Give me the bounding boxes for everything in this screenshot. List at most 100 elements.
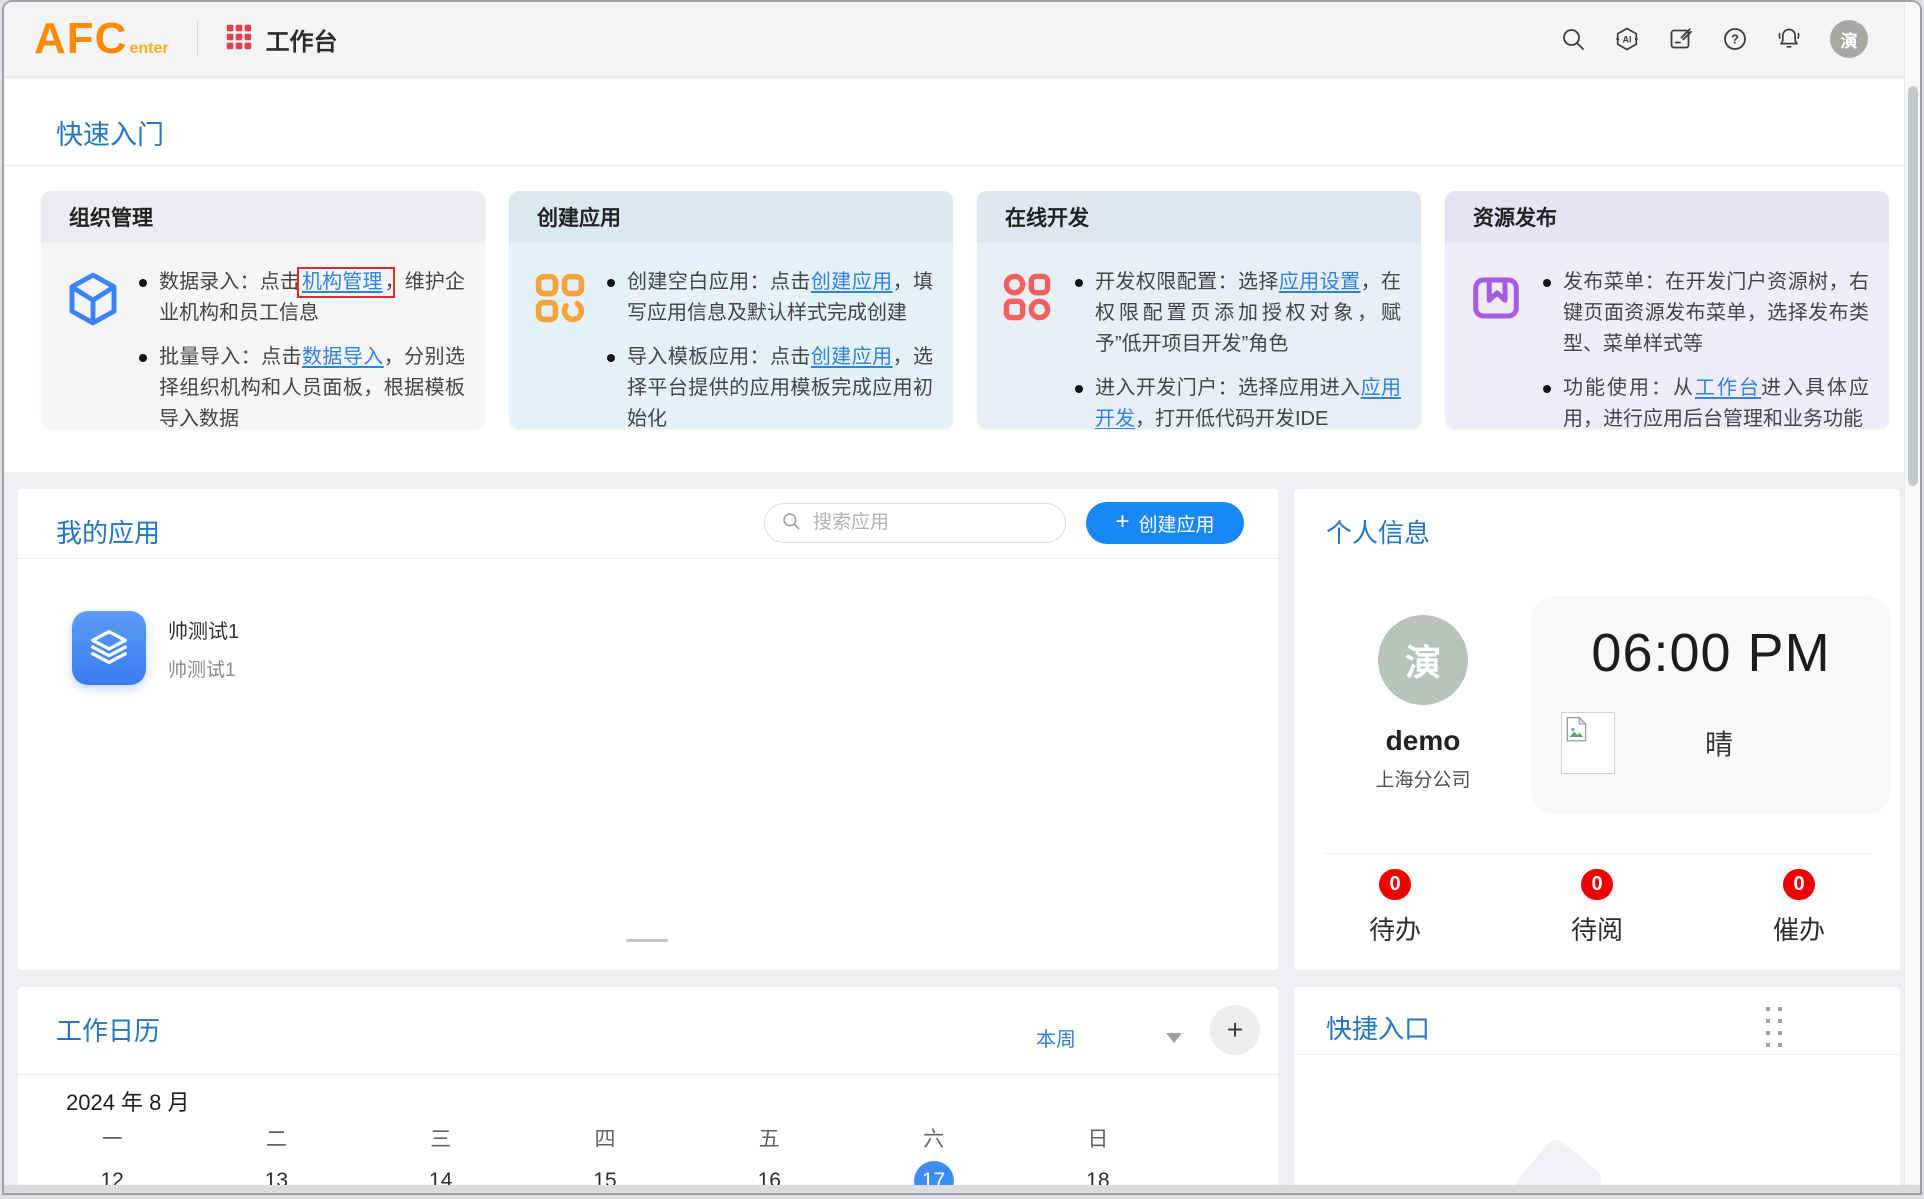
quick-start-card: 创建应用创建空白应用：点击创建应用，填写应用信息及默认样式完成创建导入模板应用：… <box>509 191 953 429</box>
calendar-weekday: 六 <box>923 1123 944 1153</box>
panel-divider <box>18 1074 1278 1075</box>
quick-start-card-row: 组织管理数据录入：点击机构管理，维护企业机构和员工信息批量导入：点击数据导入，分… <box>41 191 1889 429</box>
calendar-weekday: 五 <box>759 1123 780 1153</box>
book-icon <box>1469 267 1527 429</box>
card-bullet: 批量导入：点击数据导入，分别选择组织机构和人员面板，根据模板导入数据 <box>137 342 465 429</box>
quick-start-title: 快速入门 <box>56 113 164 152</box>
stat-label: 催办 <box>1698 910 1900 947</box>
ai-assistant-icon[interactable]: AI <box>1614 26 1640 52</box>
create-app-button-label: 创建应用 <box>1139 510 1215 537</box>
section-divider <box>4 165 1920 166</box>
app-window: AFC enter 工作台 AI <box>2 0 1922 1195</box>
user-avatar[interactable]: 演 <box>1830 20 1868 58</box>
inline-link[interactable]: 工作台 <box>1695 377 1761 399</box>
search-icon[interactable] <box>1560 26 1586 52</box>
more-indicator <box>626 939 668 942</box>
app-list: 帅测试1 帅测试1 <box>72 611 239 685</box>
stat-count-badge: 0 <box>1379 869 1410 900</box>
card-bullet: 数据录入：点击机构管理，维护企业机构和员工信息 <box>137 267 465 329</box>
create-app-button[interactable]: + 创建应用 <box>1086 502 1244 544</box>
svg-text:?: ? <box>1731 32 1739 47</box>
logo-text-sub: enter <box>129 40 168 58</box>
panel-divider <box>1294 1054 1900 1055</box>
compose-note-icon[interactable] <box>1668 26 1694 52</box>
highlight-box: 机构管理 <box>297 267 395 298</box>
weather-row: 晴 <box>1531 712 1891 774</box>
panel-divider <box>18 558 1278 559</box>
inline-link[interactable]: 创建应用 <box>811 271 893 293</box>
card-body: 开发权限配置：选择应用设置，在权限配置页添加授权对象，赋予”低开项目开发”角色进… <box>977 243 1421 429</box>
card-title: 在线开发 <box>977 191 1421 243</box>
profile-avatar[interactable]: 演 <box>1378 615 1468 705</box>
calendar-month-label: 2024 年 8 月 <box>66 1085 190 1117</box>
app-squares-icon <box>533 267 591 429</box>
card-bullet: 功能使用：从工作台进入具体应用，进行应用后台管理和业务功能 <box>1541 373 1869 429</box>
card-bullet: 开发权限配置：选择应用设置，在权限配置页添加授权对象，赋予”低开项目开发”角色 <box>1073 267 1401 360</box>
bullet-text: 导入模板应用：点击 <box>627 346 811 368</box>
app-name: 帅测试1 <box>168 615 239 644</box>
workspace-label: 工作台 <box>266 22 338 57</box>
card-bullet: 进入开发门户：选择应用进入应用开发，打开低代码开发IDE <box>1073 373 1401 429</box>
workspace-grid-icon <box>226 24 252 55</box>
vertical-scrollbar-thumb[interactable] <box>1908 86 1918 486</box>
help-icon[interactable]: ? <box>1722 26 1748 52</box>
inline-link[interactable]: 应用设置 <box>1279 271 1361 293</box>
organization-label: 上海分公司 <box>1294 765 1552 792</box>
calendar-weekday: 日 <box>1087 1123 1108 1153</box>
quick-entry-title: 快捷入口 <box>1326 1009 1430 1046</box>
afcenter-logo[interactable]: AFC enter <box>34 18 169 60</box>
bullet-text: 进入开发门户：选择应用进入 <box>1095 377 1361 399</box>
cube-icon <box>65 267 123 429</box>
quick-start-card: 资源发布发布菜单：在开发门户资源树，右键页面资源发布菜单，选择发布类型、菜单样式… <box>1445 191 1889 429</box>
chevron-down-icon[interactable] <box>1166 1033 1182 1043</box>
horizontal-scrollbar[interactable] <box>4 1185 1920 1193</box>
work-calendar-panel: 工作日历 本周 + 2024 年 8 月 一二三四五六日121314151617… <box>18 987 1278 1195</box>
search-input[interactable] <box>811 511 1049 535</box>
calendar-weekday: 一 <box>102 1123 123 1153</box>
broken-image-placeholder <box>1561 712 1615 774</box>
plus-icon: + <box>1227 1014 1243 1046</box>
todo-stats-row: 0待办0待阅0催办 <box>1294 869 1900 947</box>
bullet-text: 数据录入：点击 <box>159 271 300 293</box>
time-weather-card: 06:00 PM 晴 <box>1531 596 1891 814</box>
stat-item[interactable]: 0 待阅 <box>1496 869 1698 947</box>
quick-start-card: 在线开发开发权限配置：选择应用设置，在权限配置页添加授权对象，赋予”低开项目开发… <box>977 191 1421 429</box>
card-bullet-list: 数据录入：点击机构管理，维护企业机构和员工信息批量导入：点击数据导入，分别选择组… <box>137 267 465 429</box>
quick-start-card: 组织管理数据录入：点击机构管理，维护企业机构和员工信息批量导入：点击数据导入，分… <box>41 191 485 429</box>
bullet-text: 开发权限配置：选择 <box>1095 271 1279 293</box>
stat-count-badge: 0 <box>1581 869 1612 900</box>
weather-label: 晴 <box>1705 723 1733 763</box>
stat-item[interactable]: 0待办 <box>1294 869 1496 947</box>
calendar-range-select[interactable]: 本周 <box>1036 1023 1076 1052</box>
card-body: 创建空白应用：点击创建应用，填写应用信息及默认样式完成创建导入模板应用：点击创建… <box>509 243 953 429</box>
app-meta: 帅测试1 帅测试1 <box>168 615 239 682</box>
calendar-weekday: 三 <box>430 1123 451 1153</box>
app-item[interactable]: 帅测试1 帅测试1 <box>72 611 239 685</box>
my-apps-title: 我的应用 <box>56 513 160 550</box>
app-search-box <box>764 503 1066 543</box>
logo-text-main: AFC <box>34 18 127 60</box>
card-bullet: 发布菜单：在开发门户资源树，右键页面资源发布菜单，选择发布类型、菜单样式等 <box>1541 267 1869 360</box>
bullet-text: 批量导入：点击 <box>159 346 302 368</box>
app-stack-icon <box>72 611 146 685</box>
top-bar: AFC enter 工作台 AI <box>4 2 1920 77</box>
bullet-text: 创建空白应用：点击 <box>627 271 811 293</box>
add-event-button[interactable]: + <box>1210 1005 1260 1055</box>
bullet-text: 发布菜单：在开发门户资源树，右键页面资源发布菜单，选择发布类型、菜单样式等 <box>1563 271 1869 355</box>
personal-info-panel: 个人信息 演 demo 上海分公司 06:00 PM 晴 0待办0待阅0催办 <box>1294 489 1900 970</box>
card-bullet: 导入模板应用：点击创建应用，选择平台提供的应用模板完成应用初始化 <box>605 342 933 429</box>
drag-handle-icon[interactable] <box>1766 1007 1782 1047</box>
card-bullet-list: 开发权限配置：选择应用设置，在权限配置页添加授权对象，赋予”低开项目开发”角色进… <box>1073 267 1401 429</box>
stat-label: 待阅 <box>1496 910 1698 947</box>
card-title: 创建应用 <box>509 191 953 243</box>
calendar-weekday: 四 <box>594 1123 615 1153</box>
plus-icon: + <box>1115 510 1129 534</box>
topbar-actions: AI ? 演 <box>1560 20 1868 58</box>
inline-link[interactable]: 机构管理 <box>302 271 383 293</box>
stat-item[interactable]: 0催办 <box>1698 869 1900 947</box>
app-description: 帅测试1 <box>168 655 239 682</box>
notification-bell-icon[interactable] <box>1776 26 1802 52</box>
card-body: 数据录入：点击机构管理，维护企业机构和员工信息批量导入：点击数据导入，分别选择组… <box>41 243 485 429</box>
inline-link[interactable]: 数据导入 <box>302 346 384 368</box>
inline-link[interactable]: 创建应用 <box>811 346 893 368</box>
